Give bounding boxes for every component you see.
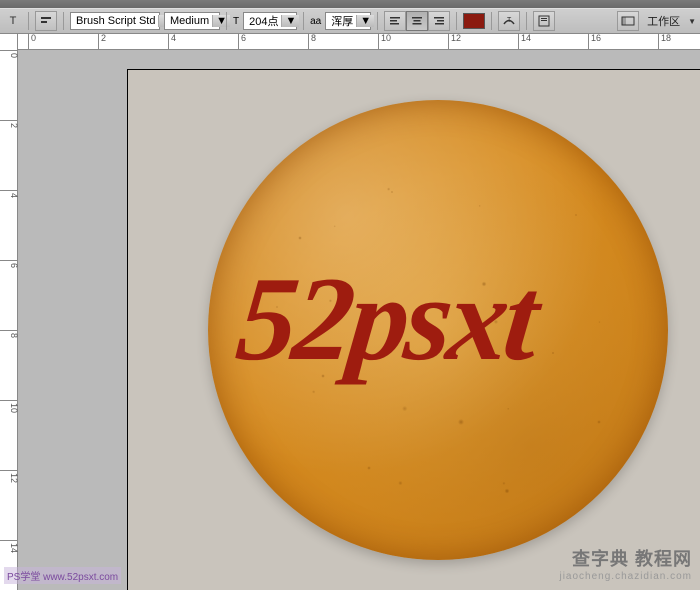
character-panel-button[interactable] — [533, 11, 555, 31]
separator — [63, 12, 64, 30]
dropdown-arrow-icon: ▼ — [356, 15, 374, 27]
ruler-mark: 2 — [98, 34, 106, 50]
text-color-swatch[interactable] — [463, 13, 485, 29]
workspace-icon[interactable] — [617, 11, 639, 31]
ruler-mark: 0 — [0, 50, 18, 58]
ruler-mark: 0 — [28, 34, 36, 50]
align-left-button[interactable] — [384, 11, 406, 31]
separator — [28, 12, 29, 30]
font-size-select[interactable]: 204点 ▼ — [243, 12, 297, 30]
ruler-mark: 4 — [0, 190, 18, 198]
watermark-right: 查字典 教程网 jiaocheng.chazidian.com — [559, 545, 692, 582]
align-right-button[interactable] — [428, 11, 450, 31]
orientation-toggle[interactable] — [35, 11, 57, 31]
font-weight-value: Medium — [167, 15, 212, 27]
dropdown-arrow-icon: ▼ — [212, 15, 230, 27]
ruler-mark: 12 — [448, 34, 461, 50]
font-weight-select[interactable]: Medium ▼ — [164, 12, 220, 30]
font-family-value: Brush Script Std — [73, 15, 158, 27]
ruler-mark: 8 — [0, 330, 18, 338]
svg-text:T: T — [507, 17, 512, 24]
ruler-mark: 10 — [0, 400, 18, 413]
watermark-left: PS学堂 www.52psxt.com — [4, 567, 121, 584]
ruler-mark: 12 — [0, 470, 18, 483]
font-size-value: 204点 — [246, 13, 281, 29]
text-layer[interactable]: 52psxt — [231, 250, 542, 388]
antialias-value: 浑厚 — [328, 13, 356, 29]
separator — [226, 12, 227, 30]
dropdown-arrow-icon: ▼ — [281, 15, 299, 27]
ruler-mark: 4 — [168, 34, 176, 50]
separator — [491, 12, 492, 30]
workspace-dropdown-icon[interactable]: ▼ — [688, 17, 696, 26]
ruler-mark: 8 — [308, 34, 316, 50]
ruler-mark: 2 — [0, 120, 18, 128]
ruler-mark: 6 — [238, 34, 246, 50]
ruler-mark: 10 — [378, 34, 391, 50]
separator — [526, 12, 527, 30]
font-family-select[interactable]: Brush Script Std ▼ — [70, 12, 160, 30]
vertical-ruler: 0 2 4 6 8 10 12 14 — [0, 34, 18, 590]
antialias-select[interactable]: 浑厚 ▼ — [325, 12, 371, 30]
ruler-mark: 14 — [518, 34, 531, 50]
type-tool-icon: T — [4, 12, 22, 30]
ruler-mark: 6 — [0, 260, 18, 268]
ruler-mark: 14 — [0, 540, 18, 553]
options-bar: T Brush Script Std ▼ Medium ▼ T 204点 ▼ a… — [0, 8, 700, 34]
watermark-url: jiaocheng.chazidian.com — [559, 571, 692, 582]
canvas-area[interactable]: 52psxt — [18, 50, 700, 590]
ruler-mark: 18 — [658, 34, 671, 50]
workspace-label: 工作区 — [643, 13, 684, 29]
menu-bar — [0, 0, 700, 8]
horizontal-ruler: 0 2 4 6 8 10 12 14 16 18 — [18, 34, 700, 50]
antialias-label: aa — [310, 16, 321, 27]
separator — [303, 12, 304, 30]
warp-text-button[interactable]: T — [498, 11, 520, 31]
font-size-icon: T — [233, 16, 239, 27]
align-center-button[interactable] — [406, 11, 428, 31]
ruler-mark: 16 — [588, 34, 601, 50]
align-group — [384, 11, 450, 31]
watermark-title: 查字典 教程网 — [559, 545, 692, 571]
separator — [456, 12, 457, 30]
separator — [377, 12, 378, 30]
document[interactable]: 52psxt — [128, 70, 700, 590]
